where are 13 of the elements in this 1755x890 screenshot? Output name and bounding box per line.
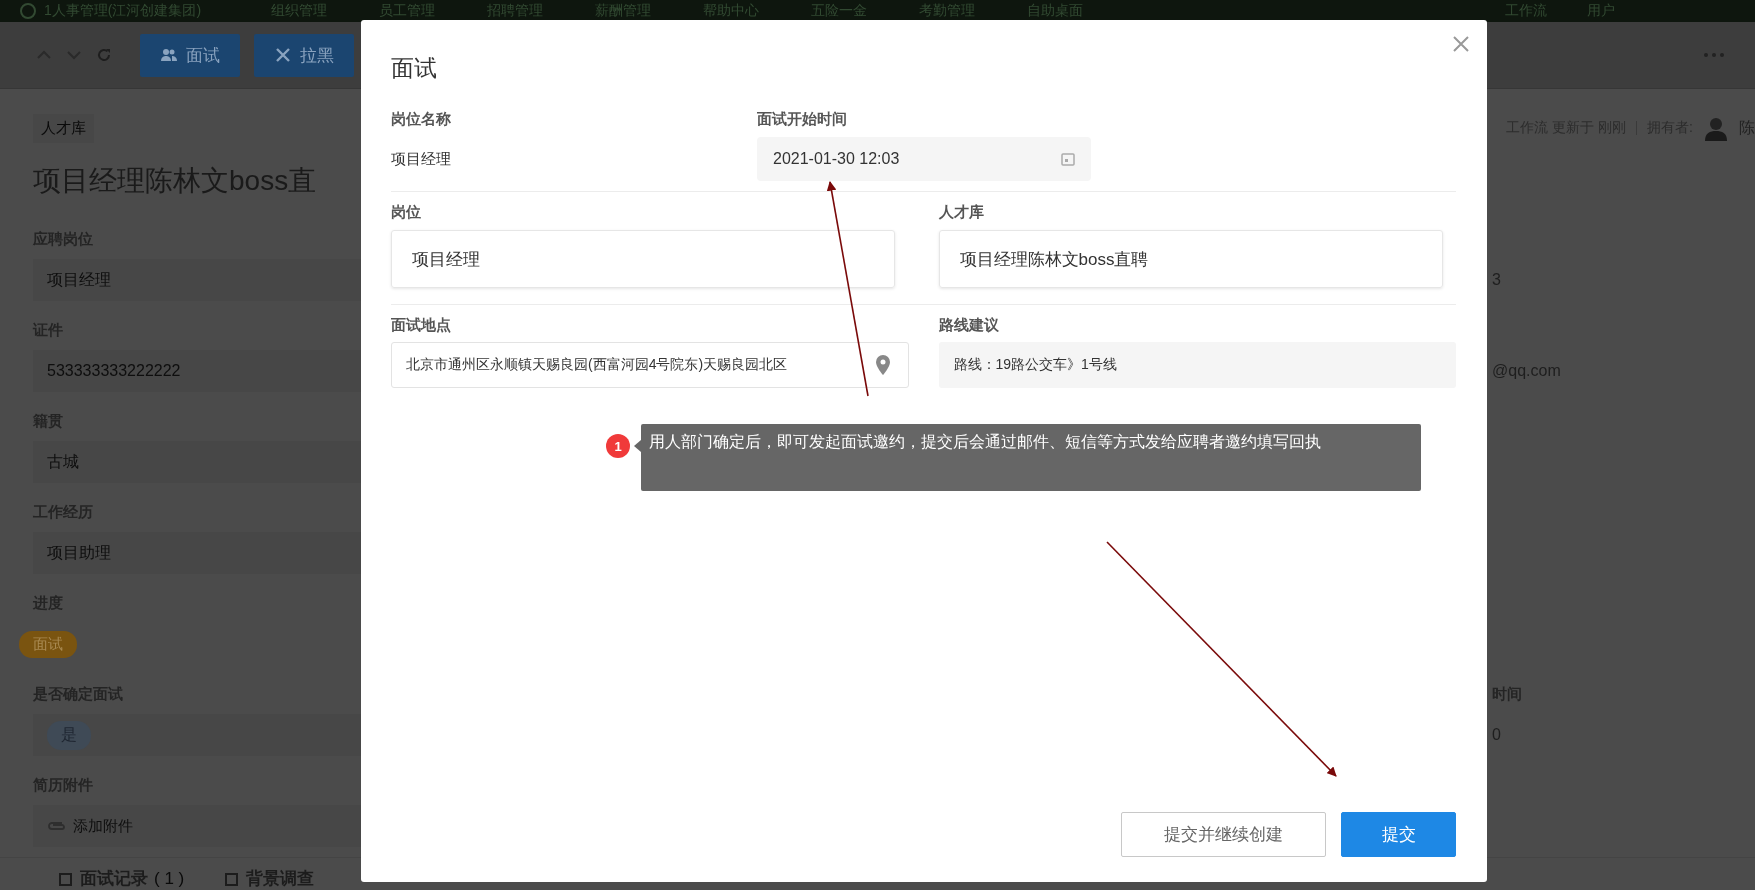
field-label: 路线建议 [938, 315, 1000, 335]
route-suggestion: 路线：19路公交车》1号线 [938, 342, 1456, 388]
dialog-title: 面试 [391, 54, 438, 83]
field-label: 岗位 [391, 202, 422, 222]
field-value: 533333333222222 [47, 362, 181, 380]
field-label: 面试地点 [391, 315, 452, 335]
field-value: 项目经理 [391, 149, 451, 169]
field-label: 岗位名称 [391, 109, 452, 129]
status-tag: 面试 [19, 630, 77, 658]
field-label: 面试开始时间 [757, 109, 848, 129]
field-label: 人才库 [938, 202, 985, 222]
step-badge: 1 [606, 434, 630, 458]
annotation-tooltip: 用人部门确定后，即可发起面试邀约，提交后会通过邮件、短信等方式发给应聘者邀约填写回执 [641, 424, 1421, 491]
